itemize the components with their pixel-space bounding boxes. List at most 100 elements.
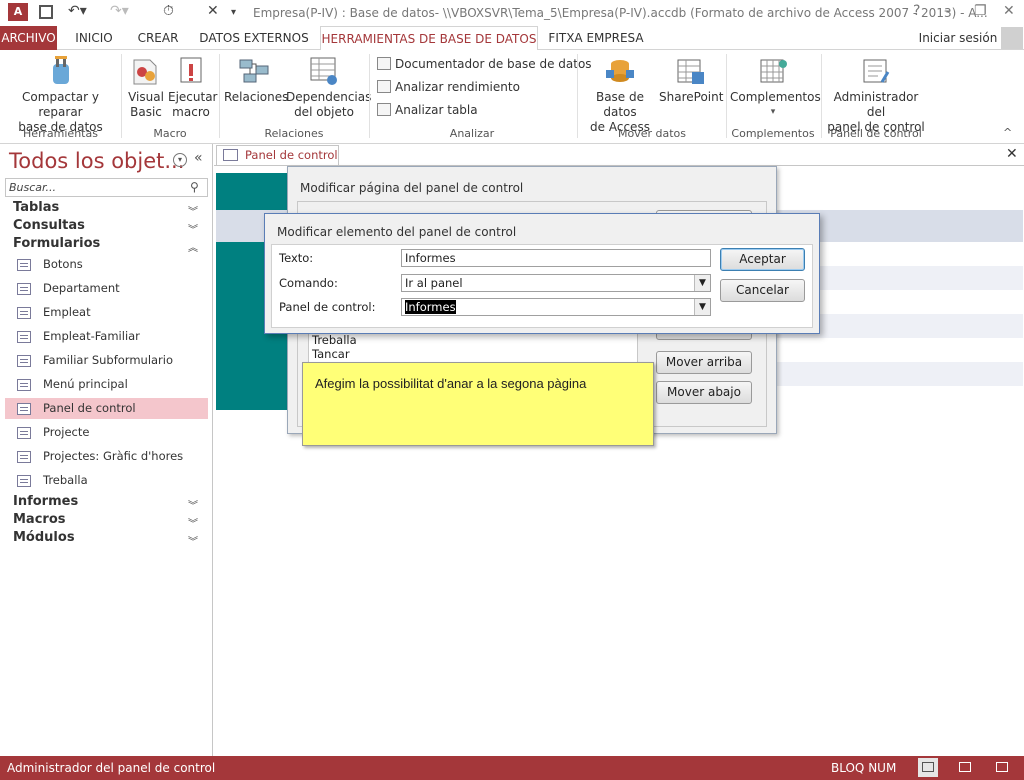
switchboard-manager-button[interactable]: Administrador del panel de control bbox=[824, 56, 928, 135]
panel-label: Panel de control: bbox=[279, 300, 376, 314]
sharepoint-button[interactable]: SharePoint bbox=[659, 56, 723, 105]
form-icon bbox=[17, 379, 31, 391]
group-relaciones: Relaciones bbox=[264, 127, 324, 140]
compact-label-1: Compactar y reparar bbox=[22, 90, 99, 119]
access-database-button[interactable]: Base de datos de Access bbox=[582, 56, 658, 135]
tab-inicio[interactable]: INICIO bbox=[66, 26, 122, 50]
category-informes[interactable]: Informes bbox=[13, 494, 78, 509]
category-tablas[interactable]: Tablas bbox=[13, 200, 59, 215]
nav-title[interactable]: Todos los objet... bbox=[9, 149, 184, 173]
tab-herramientas[interactable]: HERRAMIENTAS DE BASE DE DATOS bbox=[320, 26, 538, 51]
form-item[interactable]: Empleat-Familiar bbox=[5, 326, 208, 347]
addins-dropdown-icon: ▾ bbox=[770, 107, 776, 117]
form-item[interactable]: Projectes: Gràfic d'hores bbox=[5, 446, 208, 467]
category-consultas[interactable]: Consultas bbox=[13, 218, 85, 233]
undo-icon[interactable]: ↶▾ bbox=[68, 3, 87, 19]
form-label: Botons bbox=[43, 257, 83, 271]
close-document-icon[interactable]: ✕ bbox=[1006, 146, 1018, 162]
design-view-glyph-icon bbox=[996, 762, 1008, 772]
analyze-table-button[interactable]: Analizar tabla bbox=[377, 103, 478, 117]
document-tab[interactable]: Panel de control bbox=[216, 145, 339, 165]
expand-icon[interactable]: ︾ bbox=[188, 203, 198, 218]
documenter-label: Documentador de base de datos bbox=[395, 57, 592, 71]
list-item[interactable]: Treballa bbox=[309, 333, 637, 347]
restore-icon[interactable]: ❐ bbox=[974, 3, 987, 19]
form-icon bbox=[17, 451, 31, 463]
shutter-bar-icon[interactable]: « bbox=[194, 150, 203, 166]
expand-icon[interactable]: ︾ bbox=[188, 497, 198, 512]
document-tab-label: Panel de control bbox=[245, 148, 338, 162]
compact-repair-button[interactable]: Compactar y reparar base de datos bbox=[4, 56, 117, 135]
redo-icon[interactable]: ↷▾ bbox=[110, 3, 129, 19]
save-icon[interactable] bbox=[39, 5, 53, 19]
form-item[interactable]: Familiar Subformulario bbox=[5, 350, 208, 371]
addins-button[interactable]: Complementos ▾ bbox=[730, 56, 821, 120]
search-input[interactable]: Buscar... bbox=[5, 178, 208, 197]
expand-icon[interactable]: ︾ bbox=[188, 221, 198, 236]
minimize-icon[interactable]: – bbox=[944, 3, 951, 19]
accept-button[interactable]: Aceptar bbox=[720, 248, 805, 271]
analyze-performance-button[interactable]: Analizar rendimiento bbox=[377, 80, 520, 94]
visual-basic-button[interactable]: Visual Basic bbox=[126, 56, 166, 120]
tab-crear[interactable]: CREAR bbox=[132, 26, 184, 50]
nav-menu-icon[interactable]: ▾ bbox=[173, 153, 187, 167]
form-item-selected[interactable]: Panel de control bbox=[5, 398, 208, 419]
collapse-ribbon-icon[interactable]: ^ bbox=[1003, 126, 1012, 139]
form-label: Panel de control bbox=[43, 401, 136, 415]
move-up-button[interactable]: Mover arriba bbox=[656, 351, 752, 374]
analyze-table-icon bbox=[377, 103, 391, 116]
category-macros[interactable]: Macros bbox=[13, 512, 66, 527]
search-icon[interactable]: ⚲ bbox=[190, 180, 205, 195]
layout-view-icon[interactable] bbox=[955, 758, 975, 777]
close-window-icon[interactable]: ✕ bbox=[1003, 3, 1015, 19]
ribbon: Compactar y reparar base de datos Herram… bbox=[0, 50, 1024, 144]
form-item[interactable]: Botons bbox=[5, 254, 208, 275]
chevron-down-icon[interactable]: ▼ bbox=[694, 299, 710, 315]
cancel-button[interactable]: Cancelar bbox=[720, 279, 805, 302]
run-macro-button[interactable]: Ejecutar macro bbox=[168, 56, 218, 120]
chevron-down-icon[interactable]: ▼ bbox=[694, 275, 710, 291]
form-item[interactable]: Treballa bbox=[5, 470, 208, 491]
history-icon[interactable]: ⏱ bbox=[163, 3, 174, 19]
relationships-button[interactable]: Relaciones bbox=[224, 56, 288, 105]
access-logo-icon[interactable]: A bbox=[8, 3, 28, 21]
help-icon[interactable]: ? bbox=[913, 3, 920, 19]
separator bbox=[219, 54, 220, 138]
tab-datos-externos[interactable]: DATOS EXTERNOS bbox=[195, 26, 313, 50]
form-item[interactable]: Projecte bbox=[5, 422, 208, 443]
move-down-button[interactable]: Mover abajo bbox=[656, 381, 752, 404]
text-input[interactable]: Informes bbox=[401, 249, 711, 267]
sign-in-link[interactable]: Iniciar sesión bbox=[918, 26, 998, 50]
list-item[interactable]: Tancar bbox=[309, 347, 637, 361]
expand-icon[interactable]: ︾ bbox=[188, 533, 198, 548]
customize-qat-icon[interactable]: ▾ bbox=[231, 7, 236, 18]
documenter-button[interactable]: Documentador de base de datos bbox=[377, 57, 592, 71]
command-select-value: Ir al panel bbox=[405, 276, 463, 290]
design-view-icon[interactable] bbox=[992, 758, 1012, 777]
category-formularios[interactable]: Formularios bbox=[13, 236, 100, 251]
sharepoint-icon bbox=[674, 56, 706, 86]
form-label: Empleat bbox=[43, 305, 91, 319]
category-modulos[interactable]: Módulos bbox=[13, 530, 75, 545]
form-label: Departament bbox=[43, 281, 120, 295]
object-dependencies-button[interactable]: Dependencias del objeto bbox=[286, 56, 371, 120]
form-view-icon[interactable] bbox=[918, 758, 938, 777]
annotation-note: Afegim la possibilitat d'anar a la segon… bbox=[302, 362, 654, 446]
command-select[interactable]: Ir al panel ▼ bbox=[401, 274, 711, 292]
tab-fitxa-empresa[interactable]: FITXA EMPRESA bbox=[546, 26, 646, 50]
form-view-glyph-icon bbox=[922, 762, 934, 772]
expand-icon[interactable]: ︾ bbox=[188, 515, 198, 530]
form-item[interactable]: Departament bbox=[5, 278, 208, 299]
vb-label-1: Visual bbox=[128, 90, 164, 104]
form-item[interactable]: Menú principal bbox=[5, 374, 208, 395]
form-label: Projectes: Gràfic d'hores bbox=[43, 449, 184, 463]
collapse-icon[interactable]: ︽ bbox=[188, 239, 198, 254]
form-item[interactable]: Empleat bbox=[5, 302, 208, 323]
form-icon bbox=[17, 307, 31, 319]
panel-select[interactable]: Informes ▼ bbox=[401, 298, 711, 316]
analyze-table-label: Analizar tabla bbox=[395, 103, 478, 117]
tab-archivo[interactable]: ARCHIVO bbox=[0, 26, 57, 50]
close-db-icon[interactable]: ✕ bbox=[207, 3, 219, 19]
avatar[interactable] bbox=[1001, 27, 1023, 49]
analyze-performance-icon bbox=[377, 80, 391, 93]
